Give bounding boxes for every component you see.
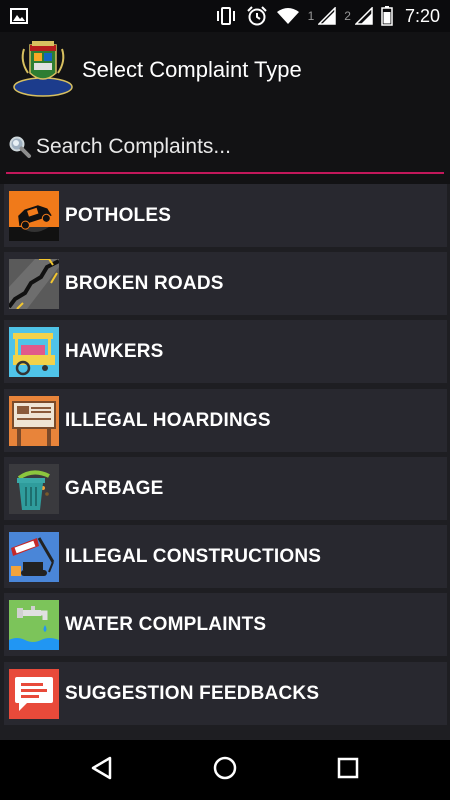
status-left: [10, 8, 214, 24]
complaint-item-water-complaints[interactable]: WATER COMPLAINTS: [4, 593, 447, 656]
search-icon: [8, 135, 32, 159]
garbage-bin-icon: [9, 463, 59, 514]
search-input[interactable]: [36, 135, 426, 159]
complaint-label: WATER COMPLAINTS: [65, 613, 267, 635]
complaint-item-illegal-hoardings[interactable]: ILLEGAL HOARDINGS: [4, 389, 447, 452]
signal-sim2-icon: [354, 7, 373, 25]
broken-road-icon: [7, 257, 60, 310]
illegal-construction-icon: [9, 531, 59, 582]
complaint-label: GARBAGE: [65, 477, 164, 499]
image-notification-icon: [10, 8, 28, 24]
complaint-item-garbage[interactable]: GARBAGE: [4, 457, 447, 520]
complaint-label: SUGGESTION FEEDBACKS: [65, 682, 320, 704]
complaint-item-broken-roads[interactable]: BROKEN ROADS: [4, 252, 447, 315]
complaint-label: HAWKERS: [65, 340, 164, 362]
status-clock: 7:20: [404, 5, 440, 26]
search-bar: [0, 108, 450, 184]
vibrate-icon: [214, 7, 238, 25]
complaint-label: POTHOLES: [65, 204, 172, 226]
search-box[interactable]: [6, 122, 444, 174]
complaint-item-hawkers[interactable]: HAWKERS: [4, 320, 447, 383]
wifi-icon: [276, 7, 300, 25]
municipal-crest-logo: [12, 39, 74, 101]
water-tap-icon: [9, 599, 59, 650]
complaint-label: BROKEN ROADS: [65, 272, 224, 294]
app-header: Select Complaint Type: [0, 32, 450, 108]
home-icon: [212, 755, 238, 786]
status-right: 1 2 7:20: [214, 6, 440, 27]
recents-button[interactable]: [318, 745, 378, 795]
complaint-label: ILLEGAL HOARDINGS: [65, 409, 271, 431]
back-icon: [89, 755, 115, 786]
hoarding-billboard-icon: [9, 395, 59, 446]
recents-icon: [336, 756, 360, 785]
navigation-bar: [0, 740, 450, 800]
hawker-cart-icon: [9, 326, 59, 377]
battery-icon: [381, 6, 393, 26]
complaint-label: ILLEGAL CONSTRUCTIONS: [65, 545, 322, 567]
sim2-label: 2: [344, 9, 351, 23]
complaint-item-suggestion-feedbacks[interactable]: SUGGESTION FEEDBACKS: [4, 662, 447, 725]
back-button[interactable]: [72, 745, 132, 795]
complaint-item-illegal-constructions[interactable]: ILLEGAL CONSTRUCTIONS: [4, 525, 447, 588]
status-bar: 1 2 7:20: [0, 0, 450, 32]
page-title: Select Complaint Type: [82, 57, 302, 82]
pothole-car-icon: [9, 190, 59, 241]
complaint-item-potholes[interactable]: POTHOLES: [4, 184, 447, 247]
signal-sim1-icon: [318, 7, 337, 25]
complaint-list: POTHOLES BROKEN ROADS HAWKERS ILLEGAL HO…: [0, 184, 450, 740]
home-button[interactable]: [195, 745, 255, 795]
feedback-bubble-icon: [9, 668, 59, 719]
alarm-icon: [246, 6, 268, 26]
sim1-label: 1: [307, 9, 315, 23]
